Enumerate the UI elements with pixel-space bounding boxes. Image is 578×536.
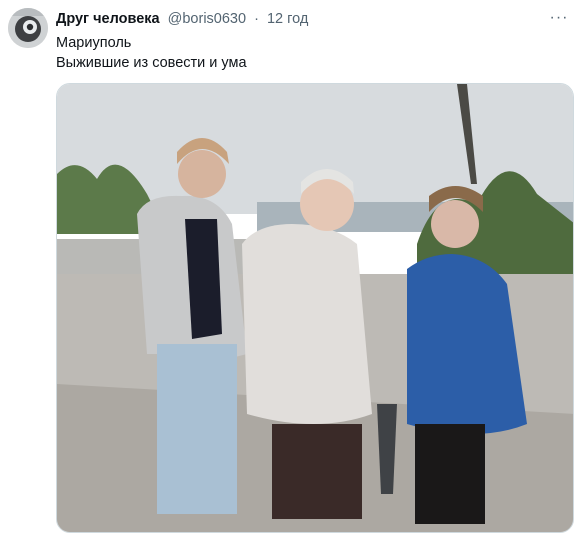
tweet-text-line-1: Мариуполь (56, 35, 132, 51)
tweet-text-line-2: Выжившие из совести и ума (56, 55, 247, 71)
tweet-timestamp[interactable]: 12 год (267, 11, 308, 27)
header-separator: · (254, 11, 259, 27)
more-options-button[interactable]: ··· (548, 8, 570, 28)
avatar-photo-icon (8, 8, 48, 48)
tweet-text: Мариуполь Выжившие из совести и ума (56, 33, 556, 73)
author-display-name[interactable]: Друг человека (56, 11, 160, 27)
tweet-header: Друг человека @boris0630 · 12 год (56, 10, 538, 28)
photo-of-three-women-outdoors-icon (57, 84, 573, 532)
author-avatar[interactable] (8, 8, 48, 48)
tweet[interactable]: Друг человека @boris0630 · 12 год ··· Ма… (0, 0, 578, 536)
tweet-media-photo[interactable] (56, 83, 574, 533)
more-horizontal-icon: ··· (549, 9, 569, 26)
author-handle[interactable]: @boris0630 (168, 11, 246, 27)
